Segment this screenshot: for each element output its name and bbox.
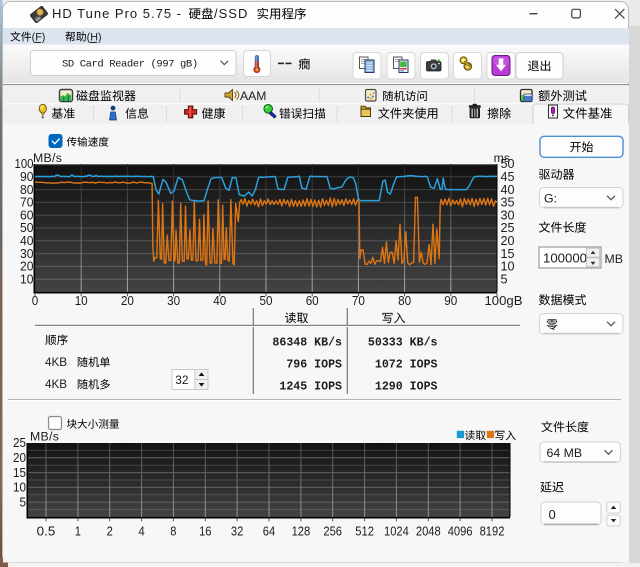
svg-text:5: 5: [501, 271, 508, 286]
svg-text:4096: 4096: [448, 524, 473, 539]
svg-text:MB: MB: [605, 252, 623, 266]
svg-text:AAM: AAM: [240, 89, 266, 103]
svg-text:/SSD: /SSD: [214, 6, 248, 21]
svg-text:32: 32: [231, 524, 243, 539]
svg-text:64: 64: [263, 524, 275, 539]
svg-text:86348 KB/s: 86348 KB/s: [272, 336, 342, 349]
svg-text:70: 70: [352, 293, 365, 308]
svg-text:20: 20: [121, 293, 134, 308]
svg-text:1072 IOPS: 1072 IOPS: [375, 358, 438, 371]
svg-text:100000: 100000: [543, 251, 587, 266]
svg-text:10: 10: [13, 480, 26, 495]
svg-text:8: 8: [170, 524, 176, 539]
svg-text:4KB: 4KB: [45, 356, 67, 369]
svg-text:128: 128: [292, 524, 311, 539]
svg-text:64 MB: 64 MB: [547, 446, 583, 460]
svg-text:SD Card Reader (997 gB): SD Card Reader (997 gB): [62, 59, 198, 71]
svg-text:1024: 1024: [384, 524, 409, 539]
svg-text:80: 80: [398, 293, 411, 308]
svg-text:50: 50: [260, 293, 273, 308]
svg-text:90: 90: [444, 293, 457, 308]
svg-text:2048: 2048: [416, 524, 441, 539]
svg-text:1290 IOPS: 1290 IOPS: [375, 380, 438, 393]
svg-text:0: 0: [32, 293, 39, 308]
svg-text:G:: G:: [544, 191, 557, 205]
svg-text:16: 16: [199, 524, 211, 539]
svg-text:60: 60: [306, 293, 319, 308]
svg-text:8192: 8192: [480, 524, 505, 539]
svg-text:50333 KB/s: 50333 KB/s: [368, 336, 438, 349]
svg-text:HD Tune Pro 5.75 -: HD Tune Pro 5.75 -: [52, 6, 182, 21]
svg-text:(H): (H): [87, 31, 102, 43]
svg-text:0: 0: [549, 507, 556, 522]
svg-text:40: 40: [213, 293, 226, 308]
svg-text:2: 2: [107, 524, 113, 539]
svg-text:MB/s: MB/s: [33, 151, 62, 165]
svg-text:10: 10: [20, 271, 34, 286]
svg-text:4KB: 4KB: [45, 378, 67, 391]
svg-text:MB/s: MB/s: [30, 429, 59, 443]
svg-text:4: 4: [139, 524, 145, 539]
svg-text:512: 512: [355, 524, 374, 539]
svg-text:30: 30: [167, 293, 180, 308]
svg-text:796 IOPS: 796 IOPS: [286, 358, 342, 371]
svg-text:1245 IOPS: 1245 IOPS: [279, 380, 342, 393]
svg-text:100gB: 100gB: [485, 293, 523, 308]
svg-text:20: 20: [13, 450, 26, 465]
svg-text:10: 10: [75, 293, 88, 308]
svg-text:5: 5: [20, 494, 27, 509]
svg-text:1: 1: [75, 524, 81, 539]
svg-text:32: 32: [175, 373, 188, 387]
svg-text:256: 256: [323, 524, 342, 539]
svg-text:0.5: 0.5: [37, 524, 56, 539]
svg-text:15: 15: [13, 465, 26, 480]
svg-text:25: 25: [13, 435, 26, 450]
svg-text:(F): (F): [32, 31, 46, 43]
